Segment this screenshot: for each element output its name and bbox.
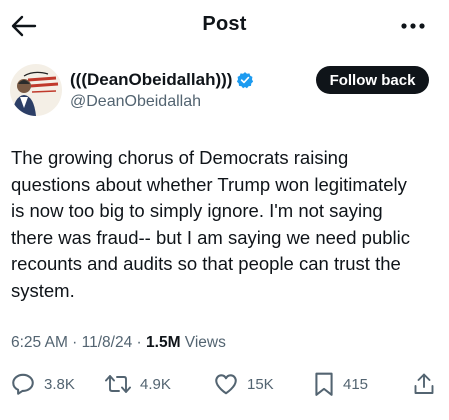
tweet-text-line: system. [11, 279, 75, 301]
action-bar: 3.8K 4.9K 15K 415 [0, 368, 449, 400]
author-name-row: (((DeanObeidallah))) [70, 70, 254, 90]
heart-icon [215, 374, 237, 395]
more-horizontal-icon [401, 23, 425, 29]
tweet-meta: 6:25 AM · 11/8/24 · 1.5M Views [11, 334, 226, 352]
avatar[interactable] [10, 64, 62, 116]
repost-count: 4.9K [140, 375, 171, 393]
more-button[interactable] [397, 10, 429, 42]
tweet-text: The growing chorus of Democrats raising … [11, 145, 443, 304]
tweet-text-line: The growing chorus of Democrats raising [11, 147, 349, 168]
verified-badge-icon [236, 71, 254, 89]
tweet-date[interactable]: 11/8/24 [82, 334, 133, 351]
share-icon [414, 373, 434, 394]
reply-count: 3.8K [44, 375, 75, 393]
repost-icon [105, 375, 131, 393]
tweet-text-line: is now too big to simply ignore. I'm not… [11, 200, 383, 221]
meta-separator: · [67, 334, 82, 351]
share-button[interactable] [412, 368, 436, 400]
tweet-time[interactable]: 6:25 AM [11, 334, 68, 351]
top-bar: Post [0, 0, 449, 52]
bookmark-count: 415 [343, 375, 369, 393]
tweet-text-line: recounts and audits so that people can t… [11, 253, 401, 274]
author-display-name[interactable]: (((DeanObeidallah))) [70, 70, 232, 90]
page-title: Post [202, 13, 247, 35]
reply-button[interactable]: 3.8K [10, 368, 75, 400]
meta-separator: · [132, 334, 147, 351]
author-handle[interactable]: @DeanObeidallah [70, 93, 201, 111]
tweet-text-line: questions about whether Trump won legiti… [11, 173, 407, 195]
views-count[interactable]: 1.5M [146, 334, 180, 351]
bookmark-icon [315, 372, 333, 396]
like-count: 15K [247, 375, 274, 393]
post-page: Post (((DeanObeidallah))) @DeanObeidalla… [0, 0, 449, 420]
repost-button[interactable]: 4.9K [104, 368, 171, 400]
tweet-text-line: there was fraud-- but I am saying we nee… [11, 226, 410, 248]
reply-icon [12, 373, 34, 395]
bookmark-button[interactable]: 415 [313, 368, 368, 400]
like-button[interactable]: 15K [213, 368, 274, 400]
follow-back-button[interactable]: Follow back [316, 66, 429, 94]
views-label: Views [180, 334, 226, 351]
avatar-image [10, 64, 62, 116]
